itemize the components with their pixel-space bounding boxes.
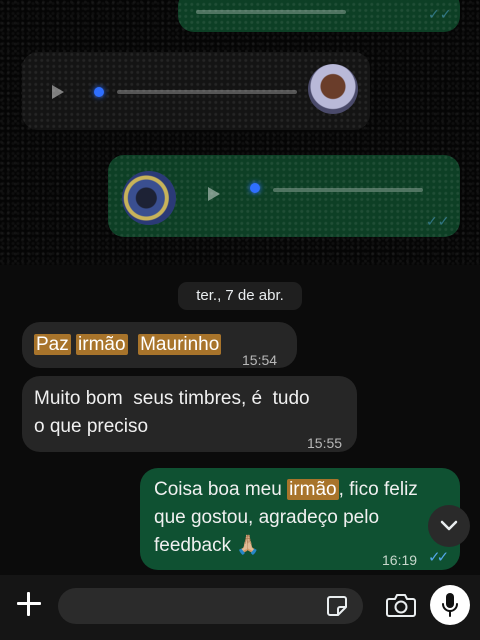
search-highlight: irmão (76, 334, 128, 355)
microphone-icon (442, 593, 458, 617)
message-text-line: Coisa boa meu irmão, fico feliz (154, 479, 418, 500)
blurred-voice-message-outgoing[interactable]: ✓✓ (108, 155, 460, 237)
message-text-line: que gostou, agradeço pelo (154, 507, 380, 528)
read-receipt-icon: ✓✓ (428, 549, 449, 566)
scroll-to-bottom-button[interactable] (428, 505, 470, 547)
avatar (122, 171, 176, 225)
search-highlight: irmão (287, 479, 339, 500)
blurred-outgoing-message[interactable]: ✓✓ (178, 0, 460, 32)
message-text: Paz irmão Maurinho (34, 331, 222, 359)
camera-icon[interactable] (386, 592, 416, 618)
search-highlight: Maurinho (138, 334, 222, 355)
sticker-icon[interactable] (326, 595, 348, 617)
date-separator: ter., 7 de abr. (178, 282, 302, 310)
search-highlight: Paz (34, 334, 71, 355)
message-time: 16:19 (382, 552, 418, 568)
message-time: 15:55 (307, 435, 343, 451)
message-text-line: o que preciso (34, 416, 149, 437)
message-bubble-outgoing[interactable]: Coisa boa meu irmão, fico feliz que gost… (140, 468, 460, 570)
chevron-down-icon (440, 520, 458, 531)
message-time: 15:54 (242, 352, 278, 368)
message-input[interactable] (58, 588, 363, 624)
blurred-voice-message-incoming[interactable] (22, 52, 370, 130)
message-bubble-incoming[interactable]: Muito bom seus timbres, é tudo o que pre… (22, 376, 357, 452)
message-bubble-incoming[interactable]: Paz irmão Maurinho 15:54 (22, 322, 297, 368)
message-text-line: feedback 🙏🏼 (154, 535, 261, 556)
attach-plus-icon[interactable] (14, 589, 44, 619)
blurred-messages-area: ✓✓ ✓✓ (0, 0, 480, 265)
message-text-line: Muito bom seus timbres, é tudo (34, 388, 310, 409)
avatar (308, 64, 358, 114)
microphone-button[interactable] (430, 585, 470, 625)
